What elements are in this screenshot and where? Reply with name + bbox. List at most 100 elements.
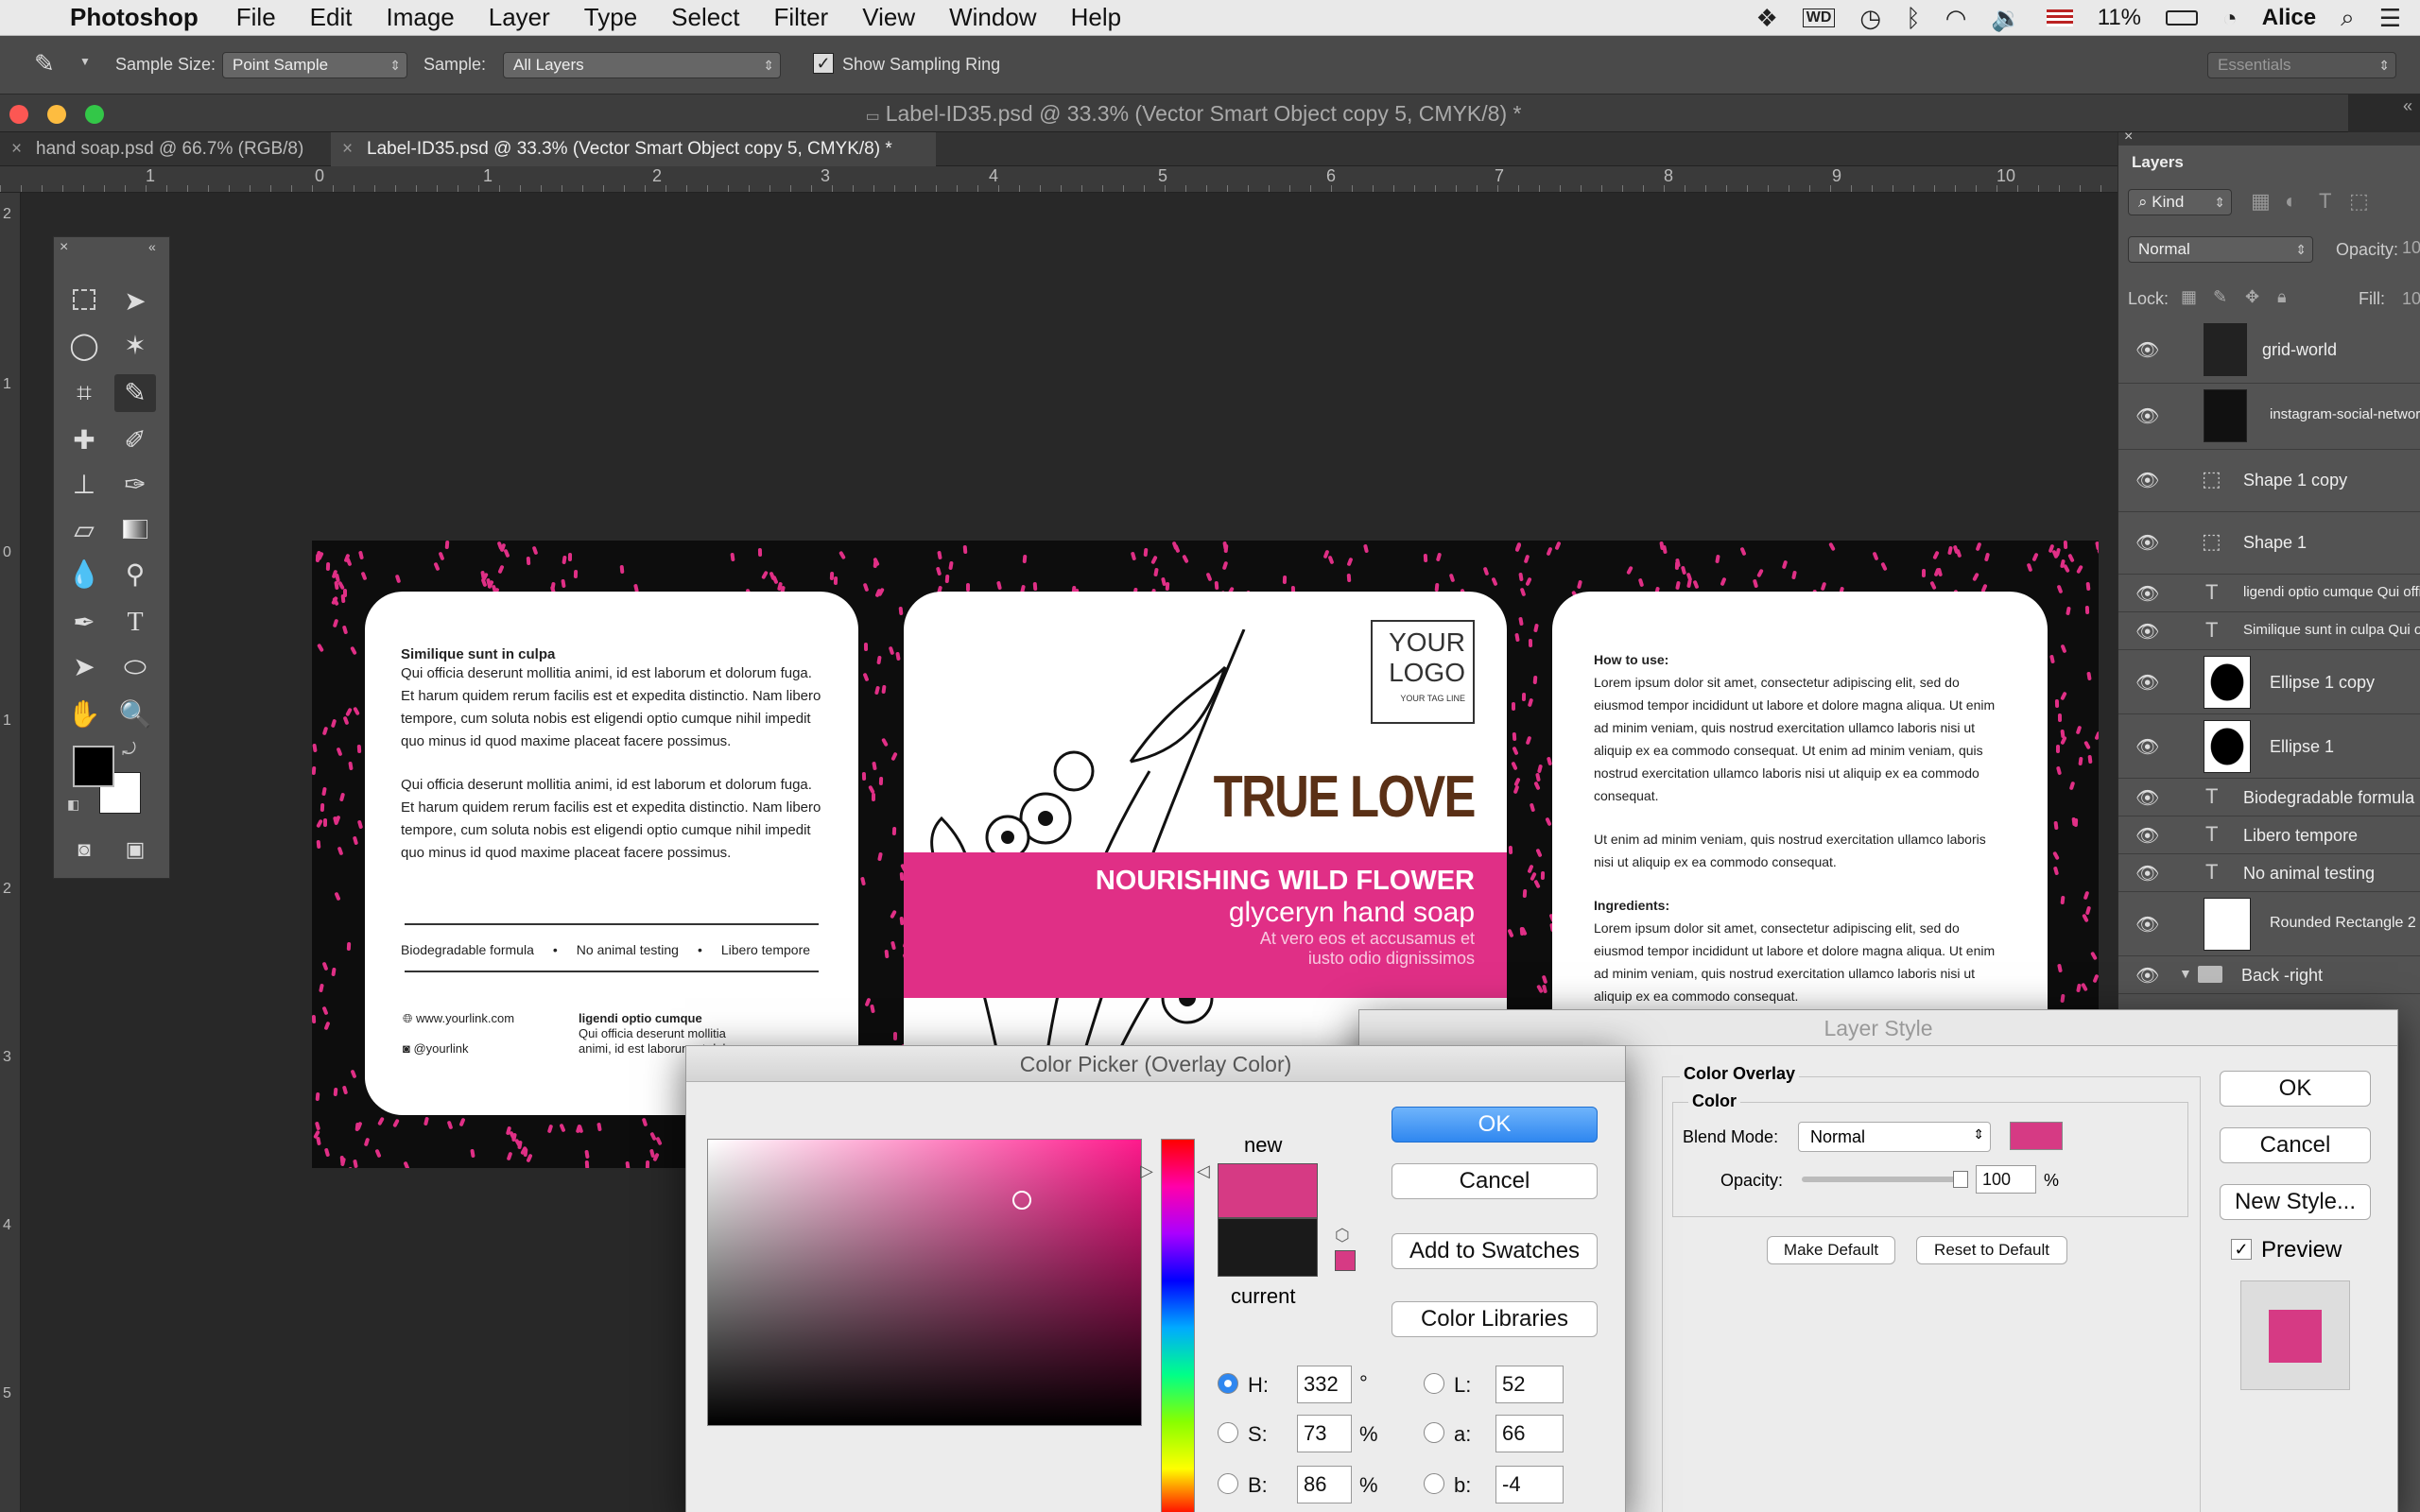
- opacity-slider-thumb[interactable]: [1953, 1171, 1968, 1188]
- visibility-eye-icon[interactable]: 👁︎: [2135, 824, 2159, 848]
- cancel-button[interactable]: Cancel: [1392, 1163, 1598, 1199]
- close-tab-icon[interactable]: ×: [342, 132, 353, 166]
- zoom-tool-icon[interactable]: 🔍: [114, 696, 156, 733]
- layer-row[interactable]: 👁︎ Rounded Rectangle 2 copy: [2118, 892, 2420, 956]
- sample-size-select[interactable]: Point Sample: [222, 52, 407, 78]
- lock-all-icon[interactable]: 🔒︎: [2277, 287, 2287, 307]
- web-safe-swatch[interactable]: [1335, 1250, 1356, 1271]
- opacity-field[interactable]: 100: [2402, 238, 2420, 258]
- layer-row[interactable]: 👁︎ T Libero tempore: [2118, 816, 2420, 854]
- dropbox-icon[interactable]: ❖: [1755, 4, 1777, 33]
- hue-slider-arrow-left[interactable]: ▷: [1140, 1161, 1153, 1181]
- visibility-eye-icon[interactable]: 👁︎: [2135, 862, 2159, 885]
- eyedropper-tool-icon[interactable]: ✎: [114, 374, 156, 412]
- sample-select[interactable]: All Layers: [503, 52, 781, 78]
- visibility-eye-icon[interactable]: 👁︎: [2135, 735, 2159, 759]
- disclosure-triangle-icon[interactable]: ▼: [2179, 966, 2192, 981]
- eraser-tool-icon[interactable]: ▱: [63, 511, 105, 549]
- close-window-button[interactable]: [9, 105, 28, 124]
- visibility-eye-icon[interactable]: 👁︎: [2135, 531, 2159, 555]
- menu-type[interactable]: Type: [584, 3, 637, 32]
- layer-row[interactable]: 👁︎ T Biodegradable formula: [2118, 779, 2420, 816]
- fill-field[interactable]: 100: [2402, 289, 2420, 309]
- opacity-field[interactable]: 100: [1976, 1165, 2036, 1194]
- hue-slider[interactable]: [1161, 1139, 1195, 1512]
- blur-tool-icon[interactable]: 💧: [63, 556, 105, 593]
- marquee-tool-icon[interactable]: [63, 283, 105, 320]
- visibility-eye-icon[interactable]: 👁︎: [2135, 582, 2159, 606]
- hand-tool-icon[interactable]: ✋: [63, 696, 105, 733]
- type-tool-icon[interactable]: T: [114, 604, 156, 642]
- volume-icon[interactable]: 🔉: [1991, 4, 2021, 33]
- close-tab-icon[interactable]: ×: [11, 132, 22, 166]
- menu-file[interactable]: File: [236, 3, 276, 32]
- collapse-icon[interactable]: «: [148, 239, 156, 254]
- bluetooth-icon[interactable]: ᛒ: [1906, 4, 1921, 33]
- new-style-button[interactable]: New Style...: [2220, 1184, 2371, 1220]
- show-sampling-ring-checkbox[interactable]: ✓: [813, 53, 834, 74]
- layer-group-row[interactable]: 👁︎ ▼ Back -right: [2118, 956, 2420, 994]
- ok-button[interactable]: OK: [1392, 1107, 1598, 1143]
- layer-row[interactable]: 👁︎ T No animal testing: [2118, 854, 2420, 892]
- menu-filter[interactable]: Filter: [773, 3, 828, 32]
- hue-field[interactable]: 332: [1297, 1366, 1352, 1403]
- visibility-eye-icon[interactable]: 👁︎: [2135, 671, 2159, 695]
- a-channel-radio[interactable]: [1424, 1422, 1444, 1443]
- saturation-brightness-field[interactable]: [707, 1139, 1142, 1426]
- blend-mode-select[interactable]: Normal ⇕: [1798, 1122, 1991, 1152]
- saturation-radio[interactable]: [1218, 1422, 1238, 1443]
- filter-adjustment-icon[interactable]: ◐: [2285, 189, 2297, 214]
- b-channel-radio[interactable]: [1424, 1473, 1444, 1494]
- lasso-tool-icon[interactable]: ◯: [63, 327, 105, 365]
- visibility-eye-icon[interactable]: 👁︎: [2135, 964, 2159, 988]
- spotlight-search-icon[interactable]: ⌕: [2341, 3, 2355, 33]
- flag-icon[interactable]: [2046, 9, 2073, 26]
- layers-tab[interactable]: Layers: [2118, 146, 2213, 180]
- foreground-color-swatch[interactable]: [73, 746, 114, 787]
- lock-position-icon[interactable]: ✥: [2245, 287, 2259, 307]
- lightness-field[interactable]: 52: [1495, 1366, 1564, 1403]
- quick-mask-icon[interactable]: ◙: [63, 831, 105, 868]
- close-icon[interactable]: ×: [2124, 129, 2133, 146]
- history-brush-tool-icon[interactable]: ✑: [114, 466, 156, 504]
- menu-select[interactable]: Select: [671, 3, 739, 32]
- make-default-button[interactable]: Make Default: [1767, 1236, 1895, 1264]
- menu-image[interactable]: Image: [386, 3, 454, 32]
- lock-brush-icon[interactable]: ✎: [2213, 287, 2227, 307]
- move-tool-icon[interactable]: ➤: [114, 283, 156, 320]
- visibility-eye-icon[interactable]: 👁︎: [2135, 469, 2159, 492]
- out-of-gamut-cube-icon[interactable]: ⬡: [1335, 1226, 1350, 1246]
- default-colors-icon[interactable]: ◧: [67, 797, 79, 813]
- chevron-down-icon[interactable]: ▼: [79, 55, 91, 68]
- wifi-icon[interactable]: ◠: [1945, 4, 1967, 33]
- visibility-eye-icon[interactable]: 👁︎: [2135, 338, 2159, 362]
- layer-row[interactable]: 👁︎ instagram-social-network: [2118, 384, 2420, 450]
- a-channel-field[interactable]: 66: [1495, 1415, 1564, 1452]
- layer-row[interactable]: 👁︎ Ellipse 1 copy: [2118, 650, 2420, 714]
- minimize-window-button[interactable]: [47, 105, 66, 124]
- gradient-tool-icon[interactable]: [114, 511, 156, 549]
- filter-pixel-icon[interactable]: ▦: [2251, 189, 2271, 214]
- filter-shape-icon[interactable]: ⬚: [2349, 189, 2369, 214]
- opacity-slider-track[interactable]: [1802, 1177, 1962, 1182]
- dodge-tool-icon[interactable]: ⚲: [114, 556, 156, 593]
- layer-row[interactable]: 👁︎ ⬚ Shape 1: [2118, 512, 2420, 575]
- clone-stamp-tool-icon[interactable]: ⊥: [63, 466, 105, 504]
- eyedropper-tool-preset-icon[interactable]: ✎: [34, 49, 55, 78]
- layer-row[interactable]: 👁︎ Tligendi optio cumque Qui officia: [2118, 575, 2420, 612]
- time-machine-icon[interactable]: ◷: [1859, 4, 1881, 33]
- layer-row[interactable]: 👁︎ Ellipse 1: [2118, 714, 2420, 779]
- visibility-eye-icon[interactable]: 👁︎: [2135, 404, 2159, 428]
- brightness-radio[interactable]: [1218, 1473, 1238, 1494]
- saturation-field[interactable]: 73: [1297, 1415, 1352, 1452]
- visibility-eye-icon[interactable]: 👁︎: [2135, 620, 2159, 644]
- tab-label-id35[interactable]: × Label-ID35.psd @ 33.3% (Vector Smart O…: [331, 132, 936, 166]
- blend-mode-select[interactable]: Normal: [2128, 236, 2313, 263]
- pen-tool-icon[interactable]: ✒: [63, 604, 105, 642]
- visibility-eye-icon[interactable]: 👁︎: [2135, 913, 2159, 936]
- lightness-radio[interactable]: [1424, 1373, 1444, 1394]
- app-menu[interactable]: Photoshop: [70, 3, 199, 32]
- tab-hand-soap[interactable]: × hand soap.psd @ 66.7% (RGB/8): [0, 132, 331, 166]
- menu-window[interactable]: Window: [949, 3, 1036, 32]
- menu-edit[interactable]: Edit: [310, 3, 353, 32]
